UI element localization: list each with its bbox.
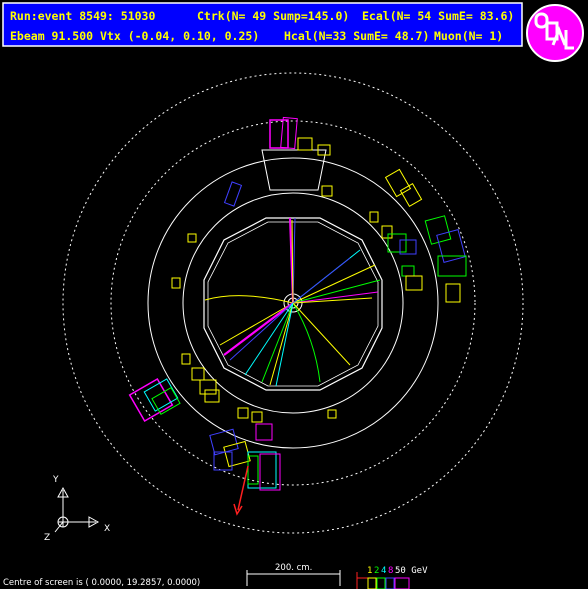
energy-digit-2: 2 xyxy=(374,566,379,576)
ebeam-vertex-label: Ebeam 91.500 Vtx (-0.04, 0.10, 0.25) xyxy=(10,29,259,43)
header-panel: Run:event 8549: 51030 Ctrk(N= 49 Sump=14… xyxy=(2,2,523,47)
screen-centre-label: Centre of screen is ( 0.0000, 19.2857, 0… xyxy=(3,578,200,588)
energy-scale-max: 50 GeV xyxy=(395,566,428,576)
energy-digit-8: 8 xyxy=(388,566,393,576)
x-axis-label: X xyxy=(104,524,110,534)
run-event-label: Run:event 8549: 51030 xyxy=(10,9,155,23)
y-axis-label: Y xyxy=(52,475,59,485)
energy-digit-4: 4 xyxy=(381,566,386,576)
scale-bar-label: 200. cm. xyxy=(275,563,312,573)
hcal-summary: Hcal(N=33 SumE= 48.7) xyxy=(284,29,429,43)
ecal-summary: Ecal(N= 54 SumE= 83.6) xyxy=(362,9,514,23)
energy-digit-1: 1 xyxy=(367,566,372,576)
event-display: Run:event 8549: 51030 Ctrk(N= 49 Sump=14… xyxy=(0,0,588,589)
muon-summary: Muon(N= 1) xyxy=(434,29,503,43)
opal-logo xyxy=(526,4,584,62)
ctrk-summary: Ctrk(N= 49 Sump=145.0) xyxy=(197,9,349,23)
z-axis-label: Z xyxy=(44,533,50,543)
